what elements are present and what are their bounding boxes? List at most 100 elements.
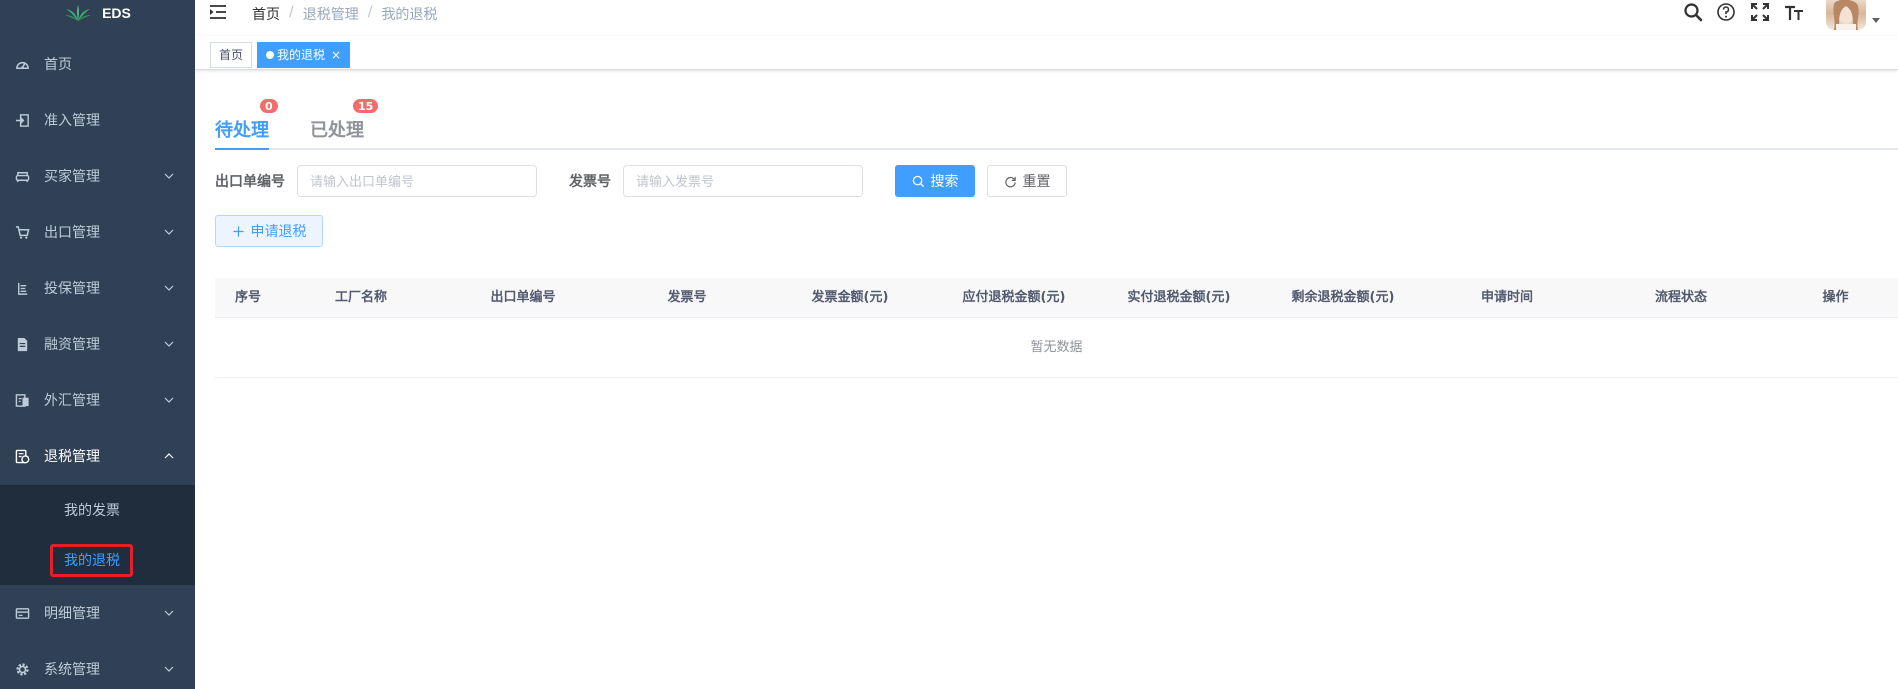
sidebar: EDS 首页 准入管理 买家管理 出口管理 投保管理 融资管理 外汇管理 退税管…	[0, 0, 195, 689]
sidebar-item-tax-refund[interactable]: 退税管理	[0, 428, 195, 484]
cart-icon	[14, 224, 30, 240]
column-header: 序号	[234, 290, 261, 305]
document-icon	[14, 336, 30, 352]
enter-icon	[14, 112, 30, 128]
submenu-item-label: 我的发票	[64, 503, 120, 519]
table-header: 序号 工厂名称 出口单编号 发票号 发票金额(元) 应付退税金额(元) 实付退税…	[215, 278, 1898, 318]
sidebar-item-label: 首页	[44, 57, 72, 73]
sidebar-item-details[interactable]: 明细管理	[0, 585, 195, 641]
apply-refund-button[interactable]: 申请退税	[215, 215, 323, 247]
column-header: 工厂名称	[334, 290, 387, 305]
column-header: 流程状态	[1654, 290, 1707, 305]
dashboard-icon	[14, 56, 30, 72]
sidebar-item-insurance[interactable]: 投保管理	[0, 260, 195, 316]
logo[interactable]: EDS	[0, 0, 195, 26]
breadcrumb-current: 我的退税	[381, 7, 438, 23]
tab-badge: 0	[259, 98, 279, 114]
search-button-label: 搜索	[930, 174, 959, 190]
column-header: 申请时间	[1480, 290, 1533, 305]
order-number-label: 出口单编号	[215, 174, 285, 190]
sidebar-item-home[interactable]: 首页	[0, 36, 195, 92]
breadcrumb-home[interactable]: 首页	[252, 4, 280, 24]
tab-processed[interactable]: 已处理 15	[310, 98, 380, 142]
logo-leaf-icon	[65, 5, 92, 21]
chevron-down-icon	[164, 173, 174, 179]
sidebar-item-export[interactable]: 出口管理	[0, 204, 195, 260]
invoice-number-label: 发票号	[569, 174, 611, 190]
submenu-tax-refund: 我的发票 我的退税	[0, 485, 195, 585]
breadcrumb-tax-refund: 退税管理	[302, 7, 359, 23]
sidebar-item-label: 买家管理	[44, 169, 100, 185]
card-icon	[14, 605, 30, 621]
help-icon[interactable]	[1716, 2, 1736, 22]
sidebar-item-access[interactable]: 准入管理	[0, 92, 195, 148]
avatar[interactable]	[1826, 0, 1866, 30]
search-icon[interactable]	[1683, 2, 1703, 22]
invoice-number-input[interactable]	[623, 165, 863, 197]
navbar: 首页 / 退税管理 / 我的退税	[195, 0, 1898, 30]
chevron-down-icon	[164, 397, 174, 403]
search-button[interactable]: 搜索	[895, 165, 975, 197]
app-root: EDS 首页 准入管理 买家管理 出口管理 投保管理 融资管理 外汇管理 退税管…	[0, 0, 1898, 689]
tab-badge: 15	[352, 98, 380, 114]
sidebar-item-system[interactable]: 系统管理	[0, 641, 195, 689]
fullscreen-icon[interactable]	[1750, 2, 1770, 22]
sofa-icon	[14, 168, 30, 184]
plus-icon	[232, 225, 244, 237]
sidebar-item-forex[interactable]: 外汇管理	[0, 372, 195, 428]
main-content: 待处理 0 已处理 15 出口单编号 发票号 搜索 重置 申请退税	[195, 70, 1898, 689]
font-size-icon[interactable]	[1784, 2, 1804, 22]
order-number-input[interactable]	[297, 165, 537, 197]
exchange-icon	[14, 392, 30, 408]
tags-view: 首页 我的退税 ×	[195, 36, 1898, 70]
close-icon[interactable]: ×	[331, 48, 341, 62]
submenu-item-my-refunds[interactable]: 我的退税	[0, 535, 195, 585]
apply-refund-button-label: 申请退税	[250, 224, 307, 240]
breadcrumb-separator: /	[367, 4, 373, 20]
tag-label: 我的退税	[277, 48, 326, 62]
reset-button-label: 重置	[1022, 174, 1051, 190]
breadcrumb-separator: /	[289, 4, 294, 20]
column-header: 应付退税金额(元)	[962, 290, 1066, 305]
column-header: 实付退税金额(元)	[1127, 290, 1231, 305]
refund-icon	[14, 448, 30, 464]
refund-table: 序号 工厂名称 出口单编号 发票号 发票金额(元) 应付退税金额(元) 实付退税…	[215, 278, 1898, 378]
submenu-item-my-invoices[interactable]: 我的发票	[0, 485, 195, 535]
hamburger-icon[interactable]	[209, 4, 227, 20]
tab-label: 已处理	[310, 120, 364, 141]
chevron-down-icon	[164, 610, 174, 616]
tab-pending[interactable]: 待处理 0	[215, 98, 279, 142]
tab-label: 待处理	[215, 120, 269, 141]
sidebar-item-buyers[interactable]: 买家管理	[0, 148, 195, 204]
reset-button[interactable]: 重置	[987, 165, 1067, 197]
tag-label: 首页	[219, 48, 244, 62]
chevron-down-icon	[164, 666, 174, 672]
tab-active-indicator	[215, 148, 269, 150]
submenu-item-label: 我的退税	[64, 553, 120, 569]
chevron-down-icon	[164, 229, 174, 235]
sidebar-item-label: 退税管理	[44, 449, 100, 465]
tag-my-refunds[interactable]: 我的退税 ×	[257, 42, 351, 68]
sidebar-item-financing[interactable]: 融资管理	[0, 316, 195, 372]
table-empty-text: 暂无数据	[215, 318, 1898, 378]
column-header: 剩余退税金额(元)	[1291, 290, 1395, 305]
logo-text: EDS	[102, 5, 131, 21]
avatar-image	[1833, 0, 1859, 30]
sidebar-item-label: 投保管理	[44, 281, 100, 297]
gear-icon	[14, 661, 30, 677]
tabs: 待处理 0 已处理 15	[215, 92, 1898, 150]
column-header: 发票金额(元)	[811, 290, 889, 305]
column-header: 发票号	[667, 290, 707, 305]
search-icon	[912, 175, 924, 187]
sidebar-item-label: 出口管理	[44, 225, 100, 241]
caret-down-icon[interactable]	[1872, 18, 1880, 24]
chevron-up-icon	[164, 453, 174, 459]
tag-home[interactable]: 首页	[210, 42, 253, 68]
breadcrumb: 首页 / 退税管理 / 我的退税	[252, 4, 437, 24]
active-dot-icon	[266, 51, 274, 59]
sidebar-item-label: 外汇管理	[44, 393, 100, 409]
sidebar-item-label: 明细管理	[44, 606, 100, 622]
chevron-down-icon	[164, 285, 174, 291]
refresh-icon	[1004, 176, 1016, 187]
column-header: 出口单编号	[490, 290, 556, 305]
